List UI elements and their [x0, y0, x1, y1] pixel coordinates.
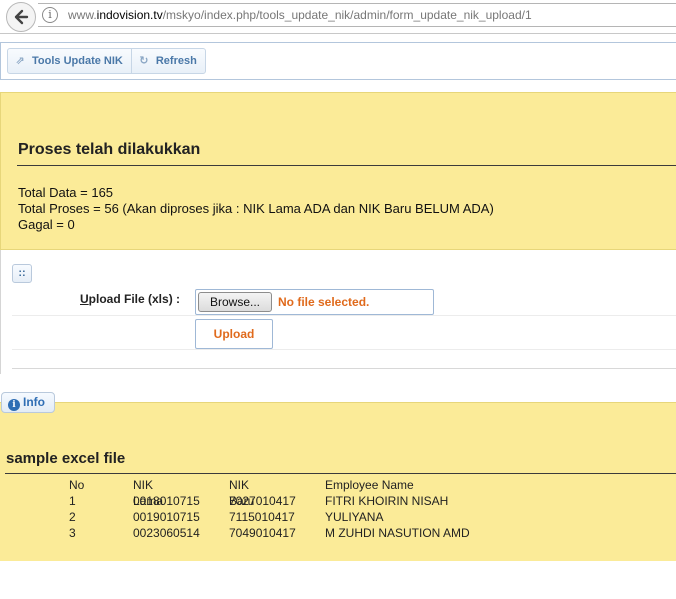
refresh-label: Refresh: [155, 55, 197, 67]
collapse-handle-button[interactable]: ::: [12, 264, 32, 283]
total-data-line: Total Data = 165: [18, 185, 114, 200]
cell-nik-baru: 7115010417: [229, 510, 295, 524]
cell-no: 1: [69, 494, 76, 508]
cell-nik-lama: 0018010715: [133, 494, 200, 508]
cell-nik-lama: 0023060514: [133, 526, 200, 540]
upload-button[interactable]: Upload: [195, 319, 273, 349]
refresh-button[interactable]: ↻ Refresh: [130, 49, 205, 73]
header-no: No: [69, 478, 85, 492]
page-toolbar: ⇗ Tools Update NIK ↻ Refresh: [0, 42, 676, 80]
cell-employee-name: FITRI KHOIRIN NISAH: [325, 494, 449, 508]
result-title: Proses telah dilakukkan: [18, 141, 201, 158]
browser-address-bar: i www.indovision.tv/mskyo/index.php/tool…: [0, 0, 676, 34]
result-message-box: Proses telah dilakukkan Total Data = 165…: [0, 92, 676, 250]
back-arrow-icon: [14, 9, 29, 25]
cell-employee-name: YULIYANA: [325, 510, 384, 524]
total-proses-line: Total Proses = 56 (Akan diproses jika : …: [18, 201, 494, 216]
site-info-icon[interactable]: i: [42, 7, 58, 23]
form-bottom-border: [12, 368, 676, 369]
sample-title: sample excel file: [6, 450, 126, 467]
form-divider: [12, 315, 676, 316]
cell-employee-name: M ZUHDI NASUTION AMD: [325, 526, 470, 540]
header-employee-name: Employee Name: [325, 478, 414, 492]
file-status-text: No file selected.: [278, 295, 370, 309]
file-input[interactable]: Browse... No file selected.: [195, 289, 434, 315]
info-tab[interactable]: i Info: [1, 392, 55, 413]
cell-nik-baru: 7049010417: [229, 526, 296, 540]
url-text: www.indovision.tv/mskyo/index.php/tools_…: [68, 8, 532, 22]
upload-file-label: Upload File (xls) :: [80, 292, 181, 306]
back-button[interactable]: [6, 2, 36, 32]
form-divider: [12, 349, 676, 350]
gagal-line: Gagal = 0: [18, 217, 75, 232]
info-icon: i: [8, 399, 20, 411]
result-divider: [17, 165, 676, 166]
toolbar-button-group: ⇗ Tools Update NIK ↻ Refresh: [7, 48, 206, 74]
cell-no: 2: [69, 510, 76, 524]
cell-nik-baru: 7027010417: [229, 494, 296, 508]
cell-no: 3: [69, 526, 76, 540]
info-box: sample excel file No NIK Lama NIK Baru E…: [0, 402, 676, 561]
upload-form: :: Upload File (xls) : Browse... No file…: [0, 250, 676, 374]
refresh-icon: ↻: [139, 55, 149, 67]
info-divider: [5, 473, 676, 474]
info-tab-label: Info: [23, 395, 45, 409]
browse-button[interactable]: Browse...: [198, 292, 272, 312]
cell-nik-lama: 0019010715: [133, 510, 200, 524]
external-link-icon: ⇗: [15, 55, 25, 67]
tools-update-nik-label: Tools Update NIK: [32, 55, 123, 67]
result-summary: Total Data = 165 Total Proses = 56 (Akan…: [18, 185, 494, 233]
tools-update-nik-button[interactable]: ⇗ Tools Update NIK: [8, 49, 131, 73]
url-field[interactable]: i www.indovision.tv/mskyo/index.php/tool…: [38, 3, 676, 27]
